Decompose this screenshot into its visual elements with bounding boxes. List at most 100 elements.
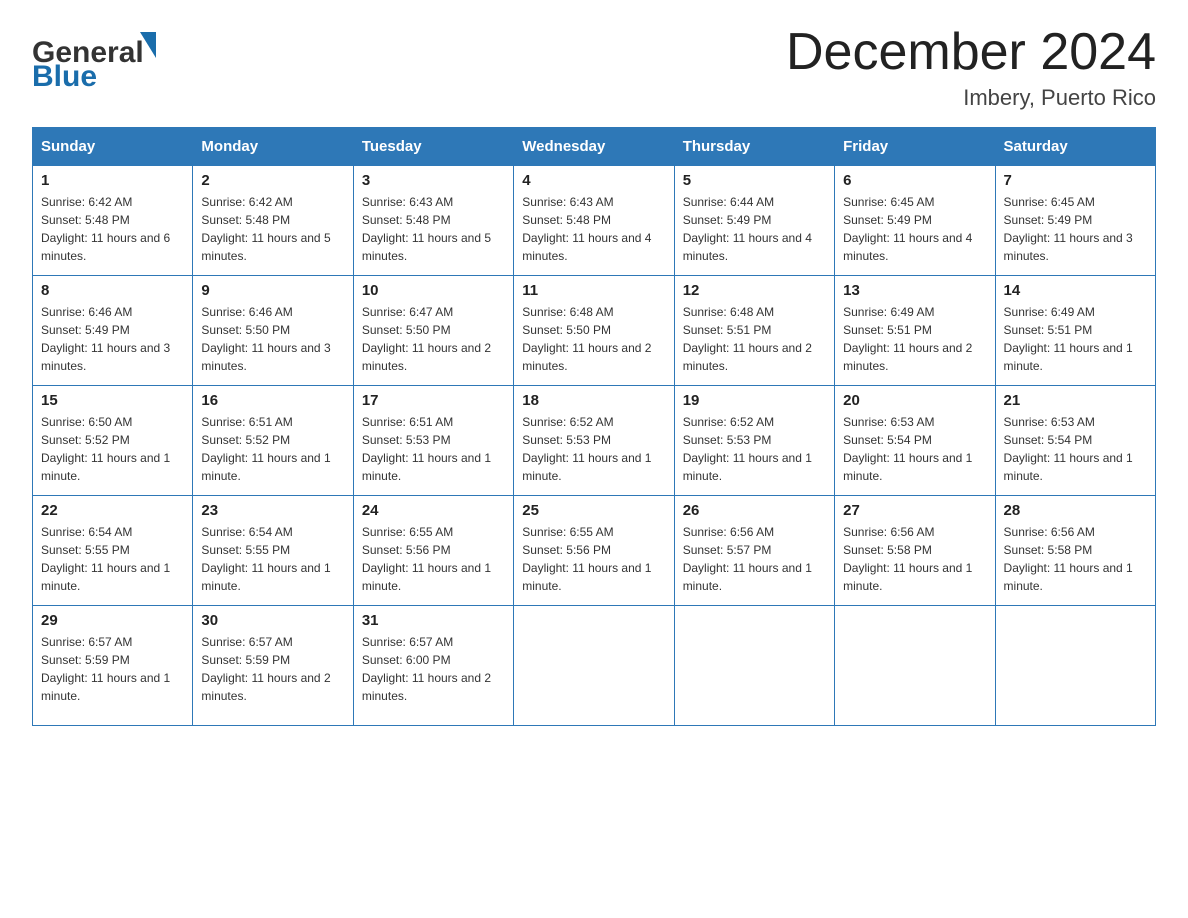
day-info: Sunrise: 6:46 AMSunset: 5:50 PMDaylight:… — [201, 303, 344, 375]
day-cell-9: 9 Sunrise: 6:46 AMSunset: 5:50 PMDaylight… — [193, 276, 353, 386]
title-block: December 2024 Imbery, Puerto Rico — [786, 24, 1156, 111]
day-number: 4 — [522, 172, 665, 189]
day-info: Sunrise: 6:49 AMSunset: 5:51 PMDaylight:… — [843, 303, 986, 375]
day-number: 10 — [362, 282, 505, 299]
day-info: Sunrise: 6:44 AMSunset: 5:49 PMDaylight:… — [683, 193, 826, 265]
day-number: 27 — [843, 502, 986, 519]
day-number: 18 — [522, 392, 665, 409]
day-cell-13: 13Sunrise: 6:49 AMSunset: 5:51 PMDayligh… — [835, 276, 995, 386]
calendar-table: SundayMondayTuesdayWednesdayThursdayFrid… — [32, 127, 1156, 726]
day-cell-18: 18 Sunrise: 6:52 AMSunset: 5:53 PMDayligh… — [514, 386, 674, 496]
day-info: Sunrise: 6:55 AMSunset: 5:56 PMDaylight:… — [362, 523, 505, 595]
day-number: 29 — [41, 612, 184, 629]
day-info: Sunrise: 6:54 AMSunset: 5:55 PMDaylight:… — [41, 523, 184, 595]
calendar-header-row: SundayMondayTuesdayWednesdayThursdayFrid… — [33, 128, 1156, 166]
week-row-4: 22 Sunrise: 6:54 AMSunset: 5:55 PMDayligh… — [33, 496, 1156, 606]
svg-text:Blue: Blue — [32, 60, 97, 93]
empty-cell — [674, 606, 834, 726]
week-row-2: 8 Sunrise: 6:46 AMSunset: 5:49 PMDaylight… — [33, 276, 1156, 386]
day-cell-17: 17Sunrise: 6:51 AMSunset: 5:53 PMDayligh… — [353, 386, 513, 496]
day-number: 26 — [683, 502, 826, 519]
day-cell-10: 10 Sunrise: 6:47 AMSunset: 5:50 PMDayligh… — [353, 276, 513, 386]
day-info: Sunrise: 6:51 AMSunset: 5:52 PMDaylight:… — [201, 413, 344, 485]
day-cell-28: 28 Sunrise: 6:56 AMSunset: 5:58 PMDayligh… — [995, 496, 1155, 606]
column-header-friday: Friday — [835, 128, 995, 166]
day-cell-5: 5Sunrise: 6:44 AMSunset: 5:49 PMDaylight… — [674, 166, 834, 276]
day-info: Sunrise: 6:42 AMSunset: 5:48 PMDaylight:… — [201, 193, 344, 265]
day-info: Sunrise: 6:56 AMSunset: 5:58 PMDaylight:… — [843, 523, 986, 595]
day-number: 2 — [201, 172, 344, 189]
day-info: Sunrise: 6:52 AMSunset: 5:53 PMDaylight:… — [522, 413, 665, 485]
logo-image: General Blue — [32, 24, 162, 94]
day-cell-14: 14 Sunrise: 6:49 AMSunset: 5:51 PMDayligh… — [995, 276, 1155, 386]
day-number: 1 — [41, 172, 184, 189]
day-info: Sunrise: 6:50 AMSunset: 5:52 PMDaylight:… — [41, 413, 184, 485]
day-info: Sunrise: 6:43 AMSunset: 5:48 PMDaylight:… — [522, 193, 665, 265]
day-info: Sunrise: 6:53 AMSunset: 5:54 PMDaylight:… — [843, 413, 986, 485]
day-info: Sunrise: 6:57 AMSunset: 5:59 PMDaylight:… — [201, 633, 344, 705]
day-number: 24 — [362, 502, 505, 519]
day-number: 7 — [1004, 172, 1147, 189]
day-cell-3: 3 Sunrise: 6:43 AMSunset: 5:48 PMDaylight… — [353, 166, 513, 276]
day-number: 15 — [41, 392, 184, 409]
day-cell-22: 22 Sunrise: 6:54 AMSunset: 5:55 PMDayligh… — [33, 496, 193, 606]
empty-cell — [514, 606, 674, 726]
day-cell-19: 19Sunrise: 6:52 AMSunset: 5:53 PMDayligh… — [674, 386, 834, 496]
day-info: Sunrise: 6:55 AMSunset: 5:56 PMDaylight:… — [522, 523, 665, 595]
day-number: 8 — [41, 282, 184, 299]
day-info: Sunrise: 6:47 AMSunset: 5:50 PMDaylight:… — [362, 303, 505, 375]
day-cell-1: 1Sunrise: 6:42 AMSunset: 5:48 PMDaylight… — [33, 166, 193, 276]
day-number: 30 — [201, 612, 344, 629]
day-info: Sunrise: 6:43 AMSunset: 5:48 PMDaylight:… — [362, 193, 505, 265]
day-cell-8: 8 Sunrise: 6:46 AMSunset: 5:49 PMDaylight… — [33, 276, 193, 386]
day-number: 28 — [1004, 502, 1147, 519]
day-number: 25 — [522, 502, 665, 519]
week-row-3: 15 Sunrise: 6:50 AMSunset: 5:52 PMDayligh… — [33, 386, 1156, 496]
day-info: Sunrise: 6:45 AMSunset: 5:49 PMDaylight:… — [843, 193, 986, 265]
day-cell-16: 16 Sunrise: 6:51 AMSunset: 5:52 PMDayligh… — [193, 386, 353, 496]
column-header-sunday: Sunday — [33, 128, 193, 166]
day-cell-21: 21Sunrise: 6:53 AMSunset: 5:54 PMDayligh… — [995, 386, 1155, 496]
day-cell-29: 29 Sunrise: 6:57 AMSunset: 5:59 PMDayligh… — [33, 606, 193, 726]
day-info: Sunrise: 6:51 AMSunset: 5:53 PMDaylight:… — [362, 413, 505, 485]
day-info: Sunrise: 6:45 AMSunset: 5:49 PMDaylight:… — [1004, 193, 1147, 265]
column-header-saturday: Saturday — [995, 128, 1155, 166]
day-cell-30: 30 Sunrise: 6:57 AMSunset: 5:59 PMDayligh… — [193, 606, 353, 726]
day-number: 3 — [362, 172, 505, 189]
column-header-thursday: Thursday — [674, 128, 834, 166]
day-number: 6 — [843, 172, 986, 189]
day-cell-4: 4 Sunrise: 6:43 AMSunset: 5:48 PMDaylight… — [514, 166, 674, 276]
day-cell-25: 25 Sunrise: 6:55 AMSunset: 5:56 PMDayligh… — [514, 496, 674, 606]
day-info: Sunrise: 6:57 AMSunset: 6:00 PMDaylight:… — [362, 633, 505, 705]
day-cell-6: 6 Sunrise: 6:45 AMSunset: 5:49 PMDaylight… — [835, 166, 995, 276]
week-row-1: 1 Sunrise: 6:42 AMSunset: 5:48 PMDaylight… — [33, 166, 1156, 276]
day-number: 16 — [201, 392, 344, 409]
day-info: Sunrise: 6:48 AMSunset: 5:50 PMDaylight:… — [522, 303, 665, 375]
day-info: Sunrise: 6:53 AMSunset: 5:54 PMDaylight:… — [1004, 413, 1147, 485]
day-info: Sunrise: 6:57 AMSunset: 5:59 PMDaylight:… — [41, 633, 184, 705]
day-cell-24: 24 Sunrise: 6:55 AMSunset: 5:56 PMDayligh… — [353, 496, 513, 606]
day-number: 11 — [522, 282, 665, 299]
day-cell-27: 27 Sunrise: 6:56 AMSunset: 5:58 PMDayligh… — [835, 496, 995, 606]
day-number: 12 — [683, 282, 826, 299]
week-row-5: 29 Sunrise: 6:57 AMSunset: 5:59 PMDayligh… — [33, 606, 1156, 726]
day-info: Sunrise: 6:49 AMSunset: 5:51 PMDaylight:… — [1004, 303, 1147, 375]
day-number: 22 — [41, 502, 184, 519]
day-info: Sunrise: 6:46 AMSunset: 5:49 PMDaylight:… — [41, 303, 184, 375]
column-header-tuesday: Tuesday — [353, 128, 513, 166]
day-info: Sunrise: 6:48 AMSunset: 5:51 PMDaylight:… — [683, 303, 826, 375]
day-number: 14 — [1004, 282, 1147, 299]
empty-cell — [995, 606, 1155, 726]
page-header: General Blue December 2024 Imbery, Puert… — [32, 24, 1156, 111]
day-cell-12: 12 Sunrise: 6:48 AMSunset: 5:51 PMDayligh… — [674, 276, 834, 386]
day-info: Sunrise: 6:56 AMSunset: 5:58 PMDaylight:… — [1004, 523, 1147, 595]
day-number: 9 — [201, 282, 344, 299]
day-cell-11: 11 Sunrise: 6:48 AMSunset: 5:50 PMDayligh… — [514, 276, 674, 386]
day-cell-2: 2 Sunrise: 6:42 AMSunset: 5:48 PMDaylight… — [193, 166, 353, 276]
month-title: December 2024 — [786, 24, 1156, 81]
empty-cell — [835, 606, 995, 726]
day-cell-23: 23Sunrise: 6:54 AMSunset: 5:55 PMDayligh… — [193, 496, 353, 606]
day-cell-31: 31Sunrise: 6:57 AMSunset: 6:00 PMDayligh… — [353, 606, 513, 726]
day-info: Sunrise: 6:52 AMSunset: 5:53 PMDaylight:… — [683, 413, 826, 485]
location-title: Imbery, Puerto Rico — [786, 85, 1156, 111]
